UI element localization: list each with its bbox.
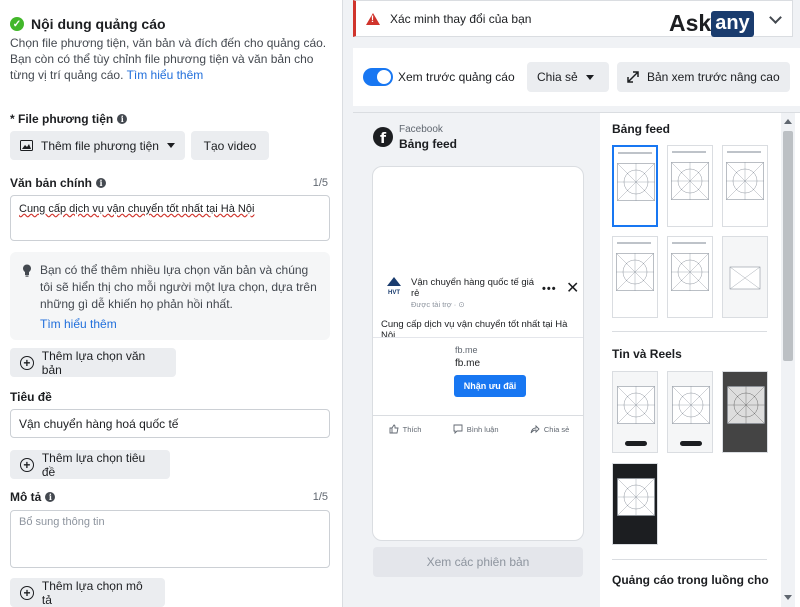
comment-action[interactable]: Bình luận (453, 424, 499, 434)
like-action[interactable]: Thích (389, 424, 421, 434)
lightbulb-icon (23, 264, 31, 277)
headline-field[interactable]: Vận chuyển hàng hoá quốc tế (10, 409, 330, 438)
add-description-option-button[interactable]: + Thêm lựa chọn mô tả (10, 578, 165, 607)
description-count: 1/5 (312, 491, 328, 503)
page-name[interactable]: Vận chuyển hàng quốc tế giá rẻ (411, 277, 539, 299)
placeholder-image (616, 253, 654, 291)
plus-icon: + (20, 355, 34, 370)
share-dropdown[interactable]: Chia sẻ (527, 62, 609, 92)
create-video-button[interactable]: Tạo video (191, 131, 269, 160)
placement-thumb[interactable] (612, 236, 658, 318)
chevron-down-icon (166, 143, 175, 148)
chevron-down-icon (585, 74, 594, 80)
preview-toggle-label: Xem trước quảng cáo (398, 70, 515, 84)
preview-main: f Facebook Bảng feed HVT Vận chuyển hàng… (353, 113, 600, 607)
view-versions-button[interactable]: Xem các phiên bản (373, 547, 583, 577)
scrollbar-thumb[interactable] (783, 131, 793, 361)
media-label: * File phương tiện i (10, 112, 128, 126)
advanced-preview-button[interactable]: Bản xem trước nâng cao (617, 62, 790, 92)
add-media-button[interactable]: Thêm file phương tiện (10, 131, 185, 160)
tip-text: Bạn có thể thêm nhiều lựa chọn văn bản v… (40, 263, 317, 311)
section-title: Nội dung quảng cáo (31, 16, 166, 32)
placeholder-image (617, 386, 655, 424)
placeholder-image (672, 386, 710, 424)
placement-thumb[interactable] (722, 371, 768, 453)
placeholder-image (617, 163, 655, 201)
image-icon (20, 140, 33, 151)
primary-text-field[interactable]: Cung cấp dịch vụ vận chuyển tốt nhất tại… (10, 195, 330, 241)
info-icon[interactable]: i (96, 178, 107, 188)
placement-thumb[interactable] (722, 236, 768, 318)
learn-more-link[interactable]: Tìm hiểu thêm (127, 68, 204, 82)
facebook-icon: f (373, 127, 393, 147)
info-icon[interactable]: i (117, 114, 128, 124)
placeholder-image (671, 253, 709, 291)
plus-icon: + (20, 457, 34, 472)
placeholder-image (727, 386, 765, 424)
expand-icon (627, 71, 639, 83)
ad-content-panel: ✓ Nội dung quảng cáo Chọn file phương ti… (0, 0, 343, 607)
tip-learn-more-link[interactable]: Tìm hiểu thêm (40, 316, 117, 333)
placeholder-image (726, 162, 764, 200)
preview-area: f Facebook Bảng feed HVT Vận chuyển hàng… (353, 112, 800, 607)
placeholder-image (671, 162, 709, 200)
placeholder-image (729, 266, 761, 290)
primary-text-label: Văn bản chính i (10, 176, 107, 190)
placement-thumb[interactable] (612, 145, 658, 227)
post-actions: Thích Bình luận Chia sẻ (373, 415, 583, 442)
stories-title: Tin và Reels (612, 347, 682, 361)
warning-icon (366, 12, 380, 25)
brand-logo: HVT (387, 277, 401, 296)
placeholder-image (617, 478, 655, 516)
placement-thumb[interactable] (612, 371, 658, 453)
ad-preview-card: HVT Vận chuyển hàng quốc tế giá rẻ Được … (372, 166, 584, 541)
preview-toggle[interactable] (363, 68, 393, 86)
placement-thumb[interactable] (667, 371, 713, 453)
scroll-up-icon[interactable] (784, 119, 792, 124)
placement-thumb[interactable] (667, 236, 713, 318)
plus-icon: + (20, 585, 34, 600)
section-header: ✓ Nội dung quảng cáo (10, 16, 166, 32)
cta-button[interactable]: Nhận ưu đãi (454, 375, 526, 397)
primary-text-count: 1/5 (312, 177, 328, 189)
check-icon: ✓ (10, 17, 24, 31)
placement-thumb[interactable] (612, 463, 658, 545)
description-label: Mô tả i (10, 490, 56, 504)
tip-box: Bạn có thể thêm nhiều lựa chọn văn bản v… (10, 252, 330, 340)
sponsored-label: Được tài trợ · ⊙ (411, 300, 465, 309)
askany-logo: Ask any (669, 10, 754, 37)
thumbs-up-icon (389, 424, 399, 434)
section-description: Chọn file phương tiện, văn bản và đích đ… (10, 36, 327, 82)
headline-label: Tiêu đề (10, 390, 52, 404)
description-field[interactable]: Bổ sung thông tin (10, 510, 330, 568)
add-text-option-button[interactable]: + Thêm lựa chọn văn bản (10, 348, 176, 377)
add-headline-option-button[interactable]: + Thêm lựa chọn tiêu đề (10, 450, 170, 479)
more-icon[interactable]: ••• (542, 283, 557, 295)
feed-title: Bảng feed (612, 122, 671, 136)
close-icon[interactable]: ✕ (566, 281, 579, 297)
comment-icon (453, 424, 463, 434)
instream-title: Quảng cáo trong luồng cho (612, 573, 769, 587)
info-icon[interactable]: i (45, 492, 56, 502)
placement-thumb[interactable] (667, 145, 713, 227)
svg-text:HVT: HVT (388, 290, 400, 296)
placement-list: Bảng feed Tin và Reels Quảng cáo trong l… (600, 113, 800, 607)
preview-toolbar: Xem trước quảng cáo Chia sẻ Bản xem trướ… (353, 48, 800, 106)
post-media[interactable]: fb.me fb.me Nhận ưu đãi (373, 337, 583, 407)
scroll-down-icon[interactable] (784, 595, 792, 600)
share-action[interactable]: Chia sẻ (530, 424, 569, 434)
share-icon (530, 424, 540, 434)
placement-thumb[interactable] (722, 145, 768, 227)
